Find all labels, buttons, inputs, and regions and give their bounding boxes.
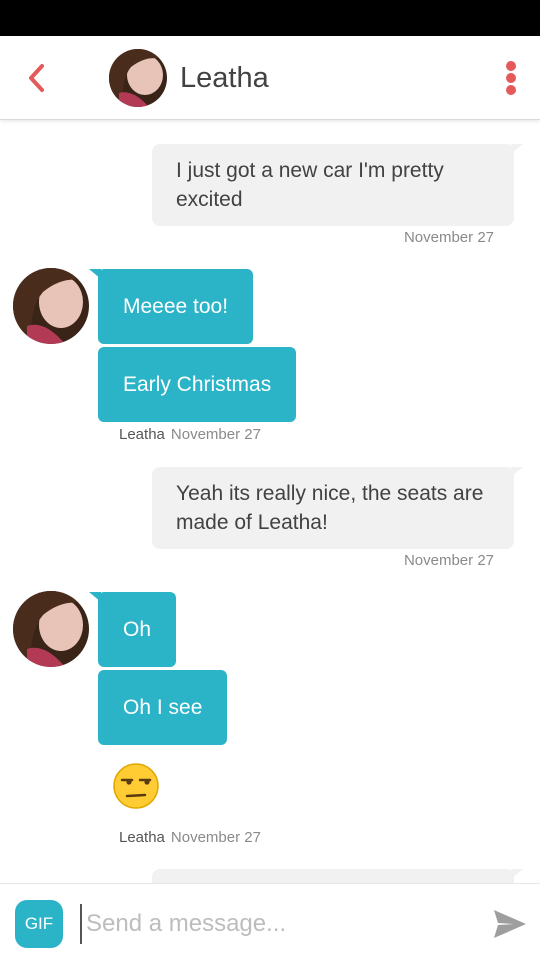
message-text: Oh I see [123,696,203,719]
message-text: Early Christmas [123,373,272,396]
back-button[interactable] [18,58,58,98]
incoming-message[interactable]: Early Christmas [98,347,297,422]
message-list[interactable]: I just got a new car I'm pretty excited … [0,121,540,883]
outgoing-message[interactable] [152,869,523,883]
send-button[interactable] [490,904,530,944]
message-meta: Leatha November 27 [119,426,261,443]
message-text: Meeee too! [123,295,229,318]
message-meta: Leatha November 27 [119,829,261,846]
sender-avatar[interactable] [13,268,89,344]
sender-name: Leatha [119,426,165,443]
gif-button[interactable]: GIF [15,900,63,948]
message-timestamp: November 27 [170,829,261,846]
unamused-face-icon[interactable] [112,762,160,810]
sender-name: Leatha [119,829,165,846]
message-text: I just got a new car I'm pretty excited [176,159,444,211]
incoming-message[interactable]: Oh [88,592,177,667]
contact-name[interactable]: Leatha [180,58,269,98]
message-composer: GIF [0,883,540,960]
message-timestamp: November 27 [403,229,494,246]
header-avatar[interactable] [109,49,167,107]
message-timestamp: November 27 [403,552,494,569]
incoming-message[interactable]: Oh I see [98,670,228,745]
incoming-message[interactable]: Meeee too! [88,269,254,344]
chat-header: Leatha [0,36,540,120]
message-text: Oh [123,618,152,641]
message-text: Yeah its really nice, the seats are made… [176,482,484,534]
more-vertical-icon [506,61,516,71]
message-timestamp: November 27 [170,426,261,443]
more-menu-button[interactable] [500,58,522,98]
status-bar [0,0,540,36]
send-icon [494,910,526,938]
chevron-left-icon [29,64,44,92]
message-input[interactable] [80,904,470,944]
sender-avatar[interactable] [13,591,89,667]
outgoing-message[interactable]: Yeah its really nice, the seats are made… [152,467,523,549]
outgoing-message[interactable]: I just got a new car I'm pretty excited [152,144,523,226]
